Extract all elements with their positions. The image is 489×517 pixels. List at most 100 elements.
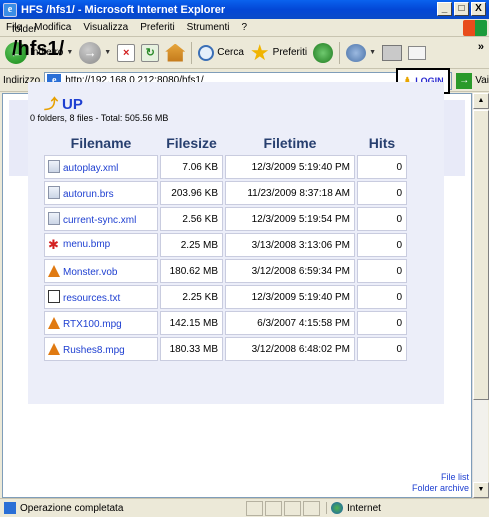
file-time: 6/3/2007 4:15:58 PM — [225, 311, 355, 335]
file-hits: 0 — [357, 155, 407, 179]
file-link[interactable]: RTX100.mpg — [63, 319, 122, 330]
mail-dropdown-icon[interactable]: ▼ — [369, 49, 376, 56]
doc-icon — [48, 160, 60, 173]
refresh-button[interactable]: ↻ — [138, 40, 162, 66]
file-list-link[interactable]: File list — [412, 472, 469, 483]
file-hits: 0 — [357, 233, 407, 257]
file-time: 12/3/2009 5:19:40 PM — [225, 155, 355, 179]
file-time: 12/3/2009 5:19:54 PM — [225, 207, 355, 231]
video-icon — [48, 264, 60, 277]
file-name-cell[interactable]: Monster.vob — [44, 259, 158, 283]
file-name-cell[interactable]: Rushes8.mpg — [44, 337, 158, 361]
forward-dropdown-icon[interactable]: ▼ — [104, 49, 111, 56]
file-name-cell[interactable]: autorun.brs — [44, 181, 158, 205]
menu-visualizza[interactable]: Visualizza — [77, 22, 134, 33]
vertical-scrollbar[interactable]: ▲ ▼ — [472, 93, 489, 498]
folder-label: folder — [12, 24, 38, 35]
file-name-cell[interactable]: current-sync.xml — [44, 207, 158, 231]
menu-help[interactable]: ? — [235, 22, 253, 33]
file-size: 2.25 KB — [160, 285, 223, 309]
table-row: Monster.vob 180.62 MB 3/12/2008 6:59:34 … — [44, 259, 407, 283]
file-hits: 0 — [357, 207, 407, 231]
file-time: 12/3/2009 5:19:40 PM — [225, 285, 355, 309]
file-link[interactable]: autoplay.xml — [63, 163, 118, 174]
edit-icon — [408, 45, 427, 60]
scroll-thumb[interactable] — [473, 110, 489, 400]
close-button[interactable]: X — [471, 2, 486, 16]
file-link[interactable]: Monster.vob — [63, 267, 117, 278]
folder-archive-link[interactable]: Folder archive — [412, 483, 469, 494]
folder-path: /hfs1/ — [12, 38, 65, 60]
title-bar: e HFS /hfs1/ - Microsoft Internet Explor… — [0, 0, 489, 19]
minimize-button[interactable]: _ — [437, 2, 452, 16]
menu-preferiti[interactable]: Preferiti — [134, 22, 180, 33]
scroll-up-icon[interactable]: ▲ — [473, 93, 489, 109]
history-button[interactable] — [310, 40, 336, 66]
column-filesize[interactable]: Filesize — [160, 133, 223, 153]
toolbar: ← Indietro ▼ → ▼ × ↻ Cerca ★ Preferiti ▼… — [0, 37, 489, 69]
scroll-down-icon[interactable]: ▼ — [473, 482, 489, 498]
file-name-cell[interactable]: RTX100.mpg — [44, 311, 158, 335]
up-link[interactable]: ⤴ UP — [44, 94, 83, 114]
back-dropdown-icon[interactable]: ▼ — [66, 49, 73, 56]
column-hits[interactable]: Hits — [357, 133, 407, 153]
table-row: current-sync.xml 2.56 KB 12/3/2009 5:19:… — [44, 207, 407, 231]
favorites-label: Preferiti — [272, 47, 308, 58]
table-row: Rushes8.mpg 180.33 MB 3/12/2008 6:48:02 … — [44, 337, 407, 361]
video-icon — [48, 342, 60, 355]
menu-strumenti[interactable]: Strumenti — [181, 22, 236, 33]
history-icon — [313, 42, 334, 63]
file-link[interactable]: resources.txt — [63, 293, 120, 304]
menu-bar: File Modifica Visualizza Preferiti Strum… — [0, 19, 489, 37]
status-bar: Operazione completata Internet — [0, 498, 489, 517]
status-cell — [265, 500, 282, 516]
go-button[interactable]: → Vai — [456, 72, 489, 89]
image-icon: ✱ — [48, 236, 59, 252]
column-filename[interactable]: Filename — [44, 133, 158, 153]
ie-window-icon[interactable]: e — [3, 2, 17, 17]
edit-button[interactable] — [405, 40, 429, 66]
up-arrow-icon: ⤴ — [44, 96, 58, 112]
table-row: autoplay.xml 7.06 KB 12/3/2009 5:19:40 P… — [44, 155, 407, 179]
file-hits: 0 — [357, 181, 407, 205]
file-size: 2.56 KB — [160, 207, 223, 231]
file-size: 180.33 MB — [160, 337, 223, 361]
file-name-cell[interactable]: ✱ menu.bmp — [44, 233, 158, 257]
windows-logo-icon — [463, 20, 487, 36]
refresh-icon: ↻ — [141, 43, 160, 62]
doc-icon — [48, 212, 60, 225]
table-row: resources.txt 2.25 KB 12/3/2009 5:19:40 … — [44, 285, 407, 309]
file-link[interactable]: menu.bmp — [63, 239, 110, 250]
security-zone: Internet — [326, 502, 456, 514]
file-time: 3/13/2008 3:13:06 PM — [225, 233, 355, 257]
file-link[interactable]: Rushes8.mpg — [63, 345, 125, 356]
mail-button[interactable]: ▼ — [343, 40, 379, 66]
table-row: autorun.brs 203.96 KB 11/23/2009 8:37:18… — [44, 181, 407, 205]
file-name-cell[interactable]: resources.txt — [44, 285, 158, 309]
toolbar-overflow-icon[interactable]: » — [478, 41, 484, 53]
printer-icon — [382, 44, 403, 61]
stop-button[interactable]: × — [114, 40, 138, 66]
go-arrow-icon: → — [456, 72, 473, 89]
column-filetime[interactable]: Filetime — [225, 133, 355, 153]
search-icon — [198, 44, 215, 61]
home-button[interactable] — [162, 40, 188, 66]
forward-button[interactable]: → ▼ — [76, 40, 114, 66]
maximize-button[interactable]: □ — [454, 2, 469, 16]
page-done-icon — [4, 502, 16, 514]
search-button[interactable]: Cerca — [195, 40, 247, 66]
file-link[interactable]: autorun.brs — [63, 189, 114, 200]
status-main: Operazione completata — [0, 502, 246, 514]
up-label[interactable]: UP — [62, 96, 83, 113]
status-text: Operazione completata — [20, 502, 124, 514]
file-name-cell[interactable]: autoplay.xml — [44, 155, 158, 179]
status-cell — [303, 500, 320, 516]
zone-label: Internet — [347, 502, 381, 514]
doc-icon — [48, 186, 60, 199]
file-size: 142.15 MB — [160, 311, 223, 335]
print-button[interactable] — [379, 40, 405, 66]
file-link[interactable]: current-sync.xml — [63, 215, 136, 226]
file-time: 11/23/2009 8:37:18 AM — [225, 181, 355, 205]
favorites-button[interactable]: ★ Preferiti — [247, 40, 310, 66]
file-size: 7.06 KB — [160, 155, 223, 179]
